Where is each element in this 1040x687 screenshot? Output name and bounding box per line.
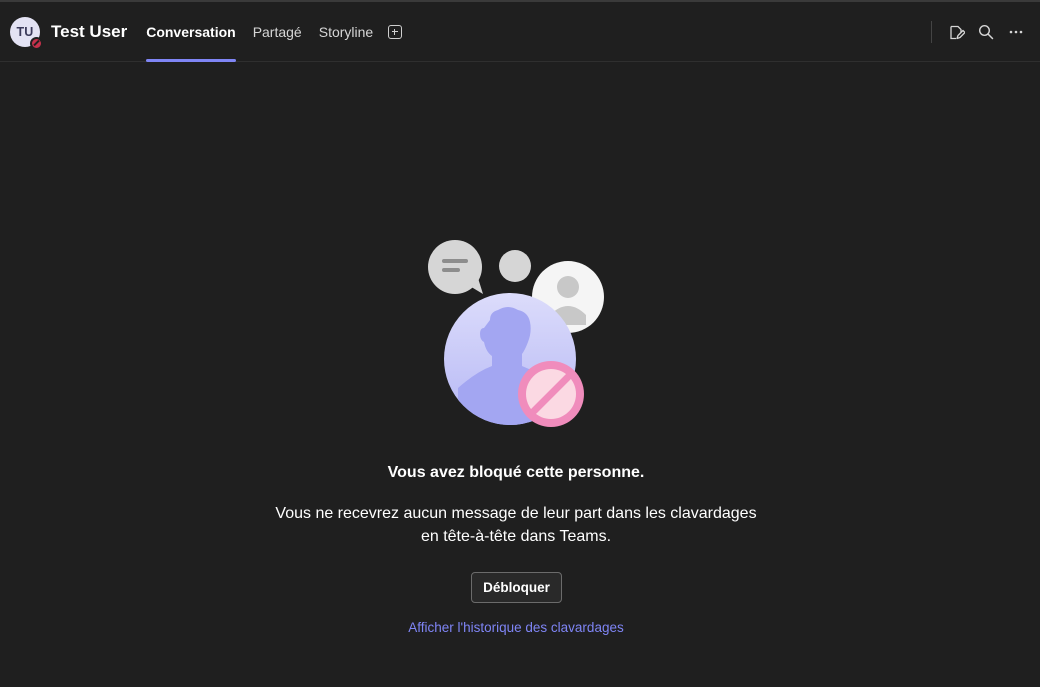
tab-storyline[interactable]: Storyline [319, 2, 373, 62]
tab-conversation[interactable]: Conversation [146, 2, 237, 62]
compose-icon[interactable] [946, 22, 966, 42]
blocked-status-icon [30, 36, 43, 50]
add-tab-icon[interactable] [388, 24, 403, 39]
unblock-button[interactable]: Débloquer [471, 572, 562, 603]
view-chat-history-link[interactable]: Afficher l'historique des clavardages [0, 620, 1032, 635]
chat-header: TU Test User Conversation Partagé Storyl… [0, 2, 1040, 62]
user-name[interactable]: Test User [51, 22, 127, 42]
search-icon[interactable] [976, 22, 996, 42]
chat-body: Vous avez bloqué cette personne. Vous ne… [0, 63, 1040, 687]
blocked-description: Vous ne recevrez aucun message de leur p… [250, 502, 782, 548]
avatar[interactable]: TU [10, 16, 43, 50]
avatar-initials: TU [16, 24, 34, 39]
chat-tabs: Conversation Partagé Storyline [146, 2, 403, 62]
blocked-description-line-1: Vous ne recevrez aucun message de leur p… [275, 505, 757, 522]
more-options-icon[interactable] [1006, 22, 1026, 42]
small-dot-icon [499, 250, 531, 282]
tab-shared[interactable]: Partagé [253, 2, 302, 62]
blocked-title: Vous avez bloqué cette personne. [387, 464, 645, 481]
header-divider [931, 21, 932, 43]
blocked-person-illustration [428, 240, 604, 427]
teams-chat-window: TU Test User Conversation Partagé Storyl… [0, 0, 1040, 687]
block-badge-icon [518, 361, 584, 427]
chat-bubble-icon [428, 240, 483, 294]
blocked-description-line-2: en tête-à-tête dans Teams. [420, 528, 612, 545]
header-actions [931, 2, 1040, 62]
